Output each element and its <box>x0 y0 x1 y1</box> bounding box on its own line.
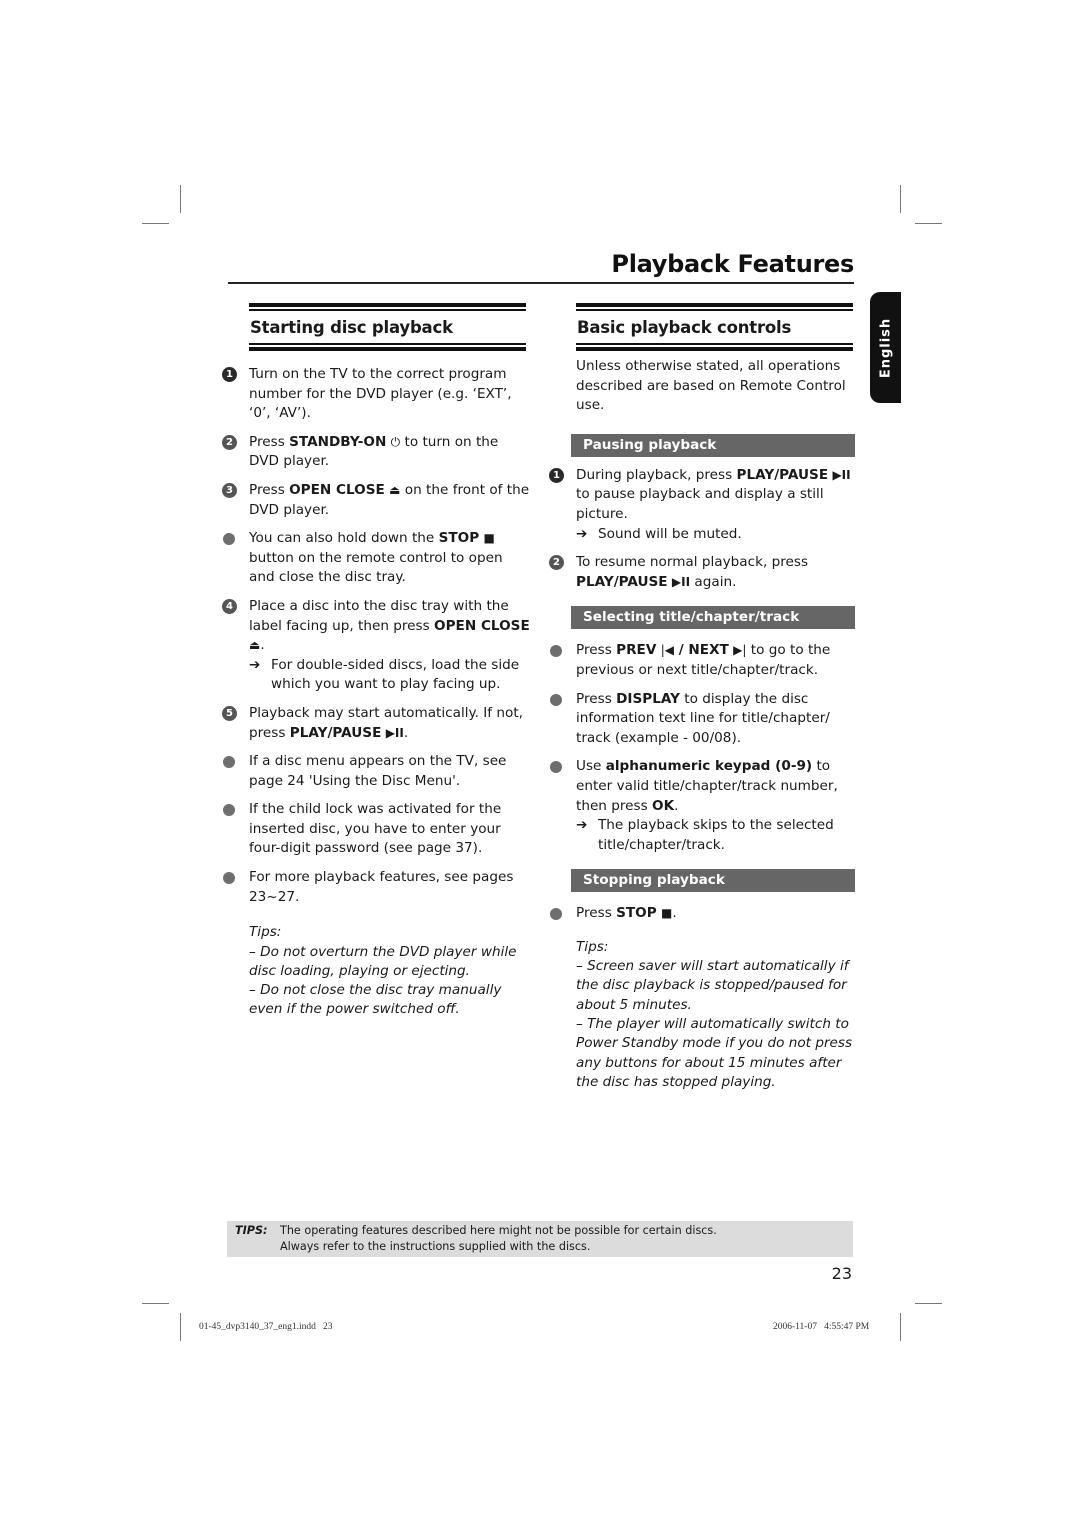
section-heading-label: Basic playback controls <box>577 318 792 337</box>
tip-item: – Do not overturn the DVD player while d… <box>249 943 517 979</box>
section-heading-label: Starting disc playback <box>250 318 453 337</box>
bullet-icon <box>550 908 562 921</box>
step-5: 5 Playback may start automatically. If n… <box>222 704 532 743</box>
button-name: NEXT <box>688 642 729 659</box>
subsection-pausing: Pausing playback <box>571 433 855 457</box>
arrow-right-icon: ➔ <box>249 656 261 673</box>
step-number-icon: 3 <box>222 482 237 498</box>
step-4: 4 Place a disc into the disc tray with t… <box>222 597 532 695</box>
bullet-icon <box>550 693 562 706</box>
tip-item: – Do not close the disc tray manually ev… <box>249 982 502 1018</box>
step-number-icon: 1 <box>222 367 237 382</box>
button-name: STANDBY-ON <box>289 433 387 450</box>
button-name: OPEN CLOSE <box>289 481 385 498</box>
step-2: 2 Press STANDBY-ON ⏻ to turn on the DVD … <box>222 433 532 472</box>
tips-right: Tips: – Screen saver will start automati… <box>549 938 855 1092</box>
select-bullet-keypad: Use alphanumeric keypad (0-9) to enter v… <box>549 757 855 855</box>
section-heading-basic: Basic playback controls <box>576 303 853 351</box>
stop-bullet: Press STOP ■. <box>549 904 855 924</box>
bullet-icon <box>223 533 235 546</box>
tips-left: Tips: – Do not overturn the DVD player w… <box>222 923 532 1019</box>
footer-tips-label: TIPS: <box>235 1224 268 1237</box>
button-name: STOP <box>438 530 480 547</box>
result-line: ➔ The playback skips to the selected tit… <box>576 817 834 853</box>
bullet-icon <box>550 761 562 774</box>
tip-item: – Screen saver will start automatically … <box>576 958 849 1013</box>
crop-mark <box>915 223 942 224</box>
right-column: Unless otherwise stated, all operations … <box>549 357 855 1092</box>
bullet-stop-tray: You can also hold down the STOP ■ button… <box>222 529 532 588</box>
eject-icon: ⏏ <box>389 482 401 497</box>
next-icon: ▶| <box>733 643 747 658</box>
arrow-right-icon: ➔ <box>576 525 588 542</box>
subsection-stopping: Stopping playback <box>571 869 855 893</box>
footer-tips-box: TIPS: The operating features described h… <box>227 1221 853 1257</box>
language-tab-label: English <box>878 317 893 378</box>
footer-tips-text: The operating features described here mi… <box>280 1224 717 1253</box>
button-name: PLAY/PAUSE <box>576 573 668 590</box>
intro-text: Unless otherwise stated, all operations … <box>576 358 846 414</box>
bullet-icon <box>550 645 562 658</box>
step-number-icon: 2 <box>222 434 237 450</box>
bullet-icon <box>223 756 235 769</box>
button-name: PLAY/PAUSE <box>736 466 829 483</box>
select-bullet-display: Press DISPLAY to display the disc inform… <box>549 690 855 749</box>
play-pause-icon: ▶II <box>671 574 691 589</box>
step-1: 1 Turn on the TV to the correct program … <box>222 365 532 424</box>
button-name: OK <box>652 797 675 814</box>
step-number-icon: 2 <box>549 555 564 571</box>
button-name: PREV <box>616 642 657 659</box>
tips-label: Tips: <box>576 938 609 955</box>
previous-icon: |◀ <box>660 643 674 658</box>
stop-icon: ■ <box>661 906 673 921</box>
pause-step-1: 1 During playback, press PLAY/PAUSE ▶II … <box>549 466 855 544</box>
button-name: DISPLAY <box>616 690 680 707</box>
step-number-icon: 1 <box>549 467 564 483</box>
title-rule <box>228 282 854 284</box>
slug-filename: 01-45_dvp3140_37_eng1.indd 23 <box>199 1322 333 1332</box>
bullet-disc-menu: If a disc menu appears on the TV, see pa… <box>222 752 532 791</box>
button-name: OPEN CLOSE <box>434 617 530 634</box>
button-name: STOP <box>616 905 657 922</box>
select-bullet-prev-next: Press PREV |◀ / NEXT ▶| to go to the pre… <box>549 641 855 680</box>
arrow-right-icon: ➔ <box>576 817 588 834</box>
crop-mark <box>142 223 169 224</box>
button-name: alphanumeric keypad (0-9) <box>605 758 813 775</box>
subsection-selecting: Selecting title/chapter/track <box>571 606 855 630</box>
bullet-more-features: For more playback features, see pages 23… <box>222 868 532 907</box>
play-pause-icon: ▶II <box>385 725 404 740</box>
play-pause-icon: ▶II <box>832 467 851 482</box>
power-icon: ⏻ <box>390 434 401 449</box>
tip-item: – The player will automatically switch t… <box>576 1016 853 1090</box>
step-number-icon: 5 <box>222 705 237 721</box>
section-heading-starting: Starting disc playback <box>249 303 526 351</box>
step-number-icon: 4 <box>222 598 237 614</box>
result-line: ➔ Sound will be muted. <box>576 525 855 545</box>
slug-timestamp: 2006-11-07 4:55:47 PM <box>773 1322 870 1332</box>
button-name: PLAY/PAUSE <box>289 724 382 741</box>
bullet-icon <box>223 872 235 885</box>
crop-mark <box>180 185 181 213</box>
language-tab: English <box>870 292 901 403</box>
left-column: 1 Turn on the TV to the correct program … <box>222 365 532 1020</box>
page-title: Playback Features <box>611 250 854 278</box>
crop-mark <box>900 1313 901 1341</box>
eject-icon: ⏏ <box>249 638 261 653</box>
pause-step-2: 2 To resume normal playback, press PLAY/… <box>549 553 855 592</box>
crop-mark <box>180 1313 181 1341</box>
crop-mark <box>915 1303 942 1304</box>
tips-label: Tips: <box>249 924 282 941</box>
page-number: 23 <box>831 1264 852 1283</box>
step-3: 3 Press OPEN CLOSE ⏏ on the front of the… <box>222 481 532 520</box>
bullet-child-lock: If the child lock was activated for the … <box>222 800 532 859</box>
crop-mark <box>900 185 901 213</box>
result-line: ➔ For double-sided discs, load the side … <box>249 656 520 693</box>
bullet-icon <box>223 804 235 817</box>
crop-mark <box>142 1303 169 1304</box>
stop-icon: ■ <box>483 531 495 546</box>
